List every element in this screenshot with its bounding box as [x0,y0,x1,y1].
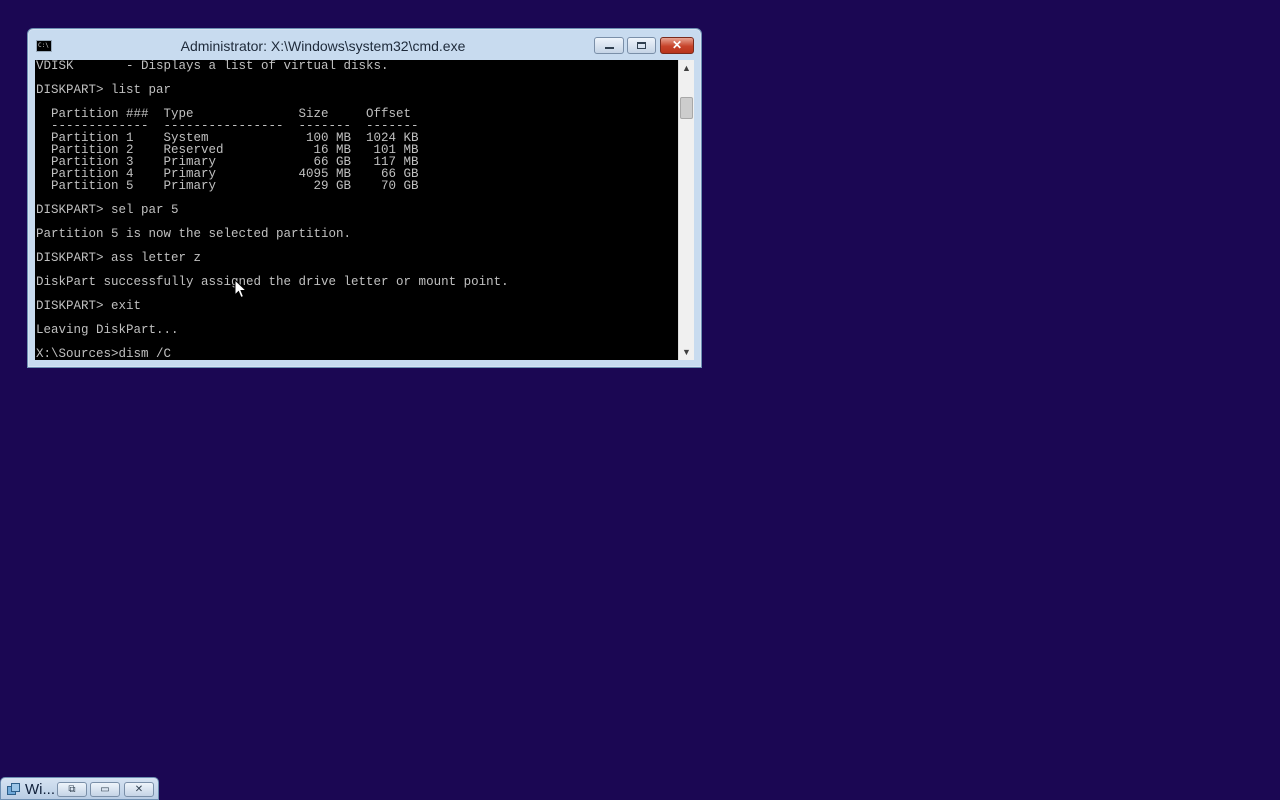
console-text: VDISK - Displays a list of virtual disks… [36,60,509,360]
scroll-thumb[interactable] [680,97,693,119]
console-line: DISKPART> sel par 5 [36,203,179,217]
close-button[interactable]: ✕ [124,782,154,797]
maximize-icon: ▭ [100,784,110,795]
minimized-window[interactable]: Wi... ⧉ ▭ ✕ [0,777,159,800]
console-line: VDISK - Displays a list of virtual disks… [36,60,389,73]
window-icon [7,783,20,795]
console-line: DiskPart successfully assigned the drive… [36,275,509,289]
title-bar[interactable]: C:\ Administrator: X:\Windows\system32\c… [28,29,701,59]
console-line: Partition 5 Primary 29 GB 70 GB [36,179,419,193]
vertical-scrollbar[interactable]: ▲ ▼ [678,60,694,360]
scroll-down-arrow-icon[interactable]: ▼ [679,344,694,360]
console-line: Leaving DiskPart... [36,323,179,337]
console-line: DISKPART> exit [36,299,142,313]
scroll-up-arrow-icon[interactable]: ▲ [679,60,694,76]
maximize-icon [637,42,646,49]
console-line: DISKPART> list par [36,83,172,97]
close-icon: ✕ [671,38,683,52]
minimize-button[interactable] [594,37,624,54]
restore-icon: ⧉ [68,784,76,795]
console-line: X:\Sources>dism /C [36,347,172,360]
close-icon: ✕ [134,784,144,795]
console-line: DISKPART> ass letter z [36,251,202,265]
console-line: Partition 5 is now the selected partitio… [36,227,352,241]
minimize-icon [605,47,614,49]
mouse-pointer-icon [234,279,248,299]
maximize-button[interactable]: ▭ [90,782,120,797]
cmd-window[interactable]: C:\ Administrator: X:\Windows\system32\c… [27,28,702,368]
maximize-button[interactable] [627,37,656,54]
close-button[interactable]: ✕ [660,37,694,54]
console-output[interactable]: VDISK - Displays a list of virtual disks… [35,60,678,360]
minimized-window-title: Wi... [25,781,55,798]
restore-button[interactable]: ⧉ [57,782,87,797]
window-title: Administrator: X:\Windows\system32\cmd.e… [180,38,466,54]
